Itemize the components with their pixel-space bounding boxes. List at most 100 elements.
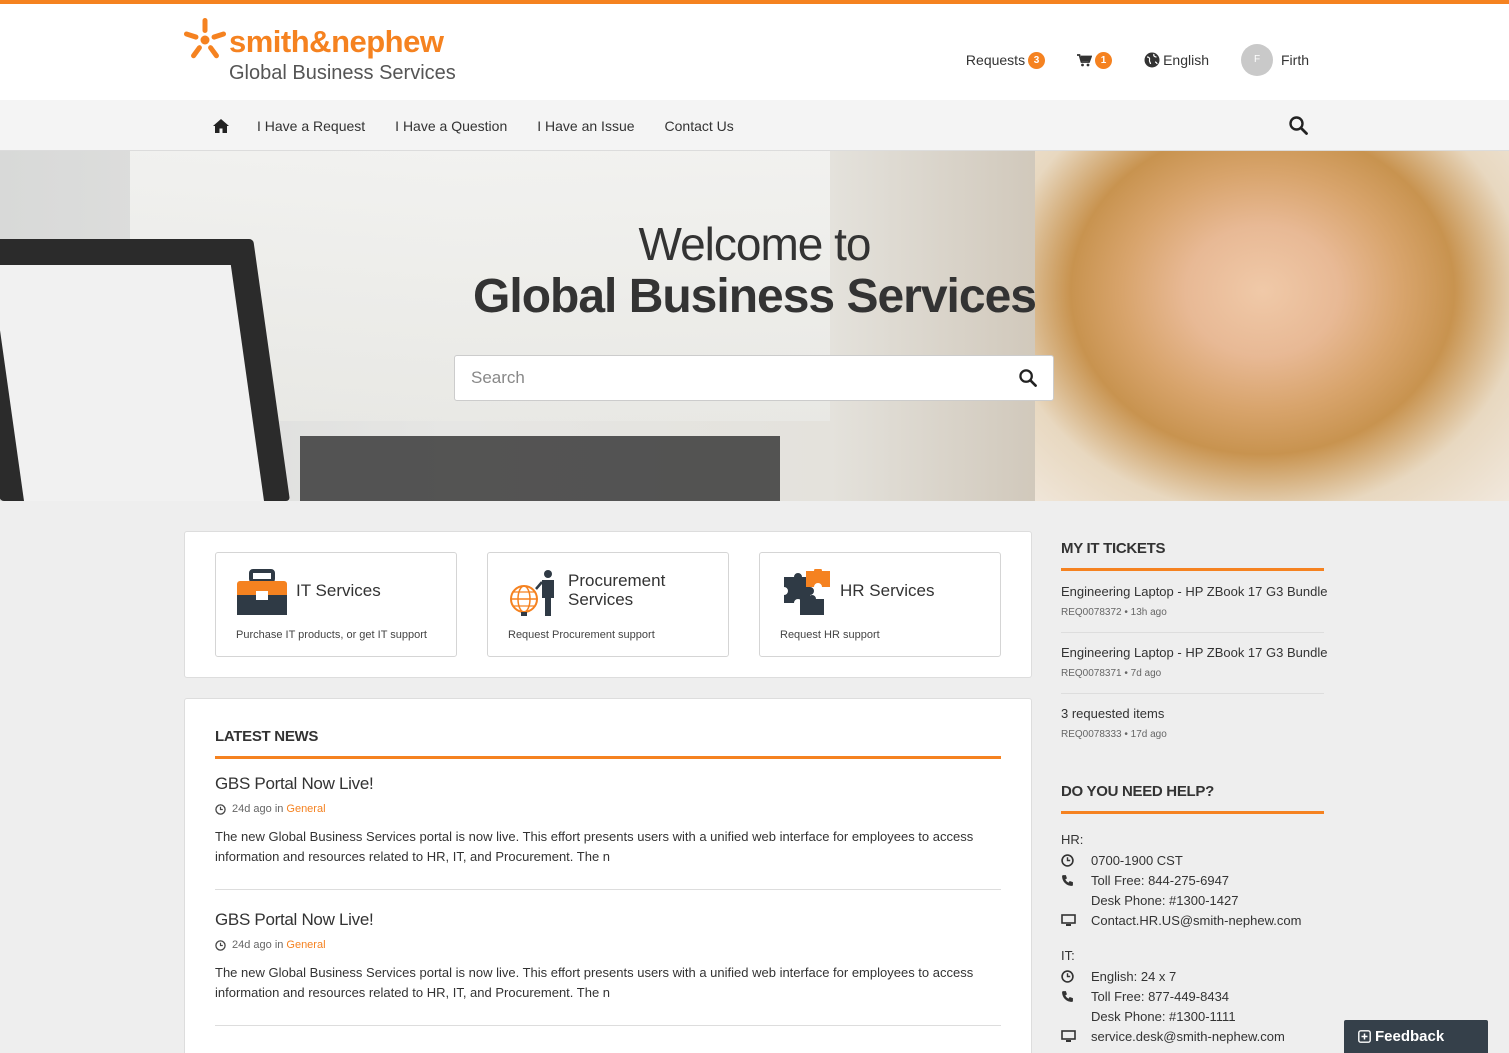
news-meta: 24d ago in General (215, 803, 1001, 815)
ticket-meta: REQ0078333 • 17d ago (1061, 729, 1167, 740)
service-title-it: IT Services (296, 581, 381, 600)
brand-subtitle: Global Business Services (229, 62, 456, 84)
hero-title-line1: Welcome to (638, 218, 871, 270)
hero-search-box (454, 355, 1054, 401)
hero-desk-image (300, 436, 780, 501)
search-input[interactable] (455, 356, 995, 400)
news-meta: 24d ago in General (215, 939, 1001, 951)
clock-icon (215, 803, 226, 815)
phone-icon (1062, 991, 1073, 1002)
feedback-label: Feedback (1375, 1028, 1445, 1045)
latest-news-panel: LATEST NEWS GBS Portal Now Live! 24d ago… (184, 698, 1032, 1053)
cart-icon (1077, 53, 1093, 66)
top-navigation: Requests 3 1 English F Firth (934, 44, 1309, 76)
help-hr-desk: Desk Phone: #1300-1427 (1061, 893, 1238, 908)
plus-square-icon (1358, 1030, 1371, 1043)
my-tickets-rule (1061, 568, 1324, 571)
clock-icon (215, 939, 226, 951)
service-title-procurement: Procurement Services (568, 571, 665, 609)
service-title-procurement-line2: Services (568, 590, 634, 609)
monitor-icon (1061, 1030, 1076, 1042)
home-link[interactable] (213, 118, 229, 133)
services-panel: IT Services Purchase IT products, or get… (184, 531, 1032, 678)
ticket-divider (1061, 632, 1324, 633)
feedback-button[interactable]: Feedback (1344, 1020, 1488, 1053)
news-category-link[interactable]: General (286, 939, 325, 951)
help-hr-desk-text: Desk Phone: #1300-1427 (1091, 893, 1239, 908)
help-hr-hours: 0700-1900 CST (1061, 853, 1183, 868)
news-divider (215, 1025, 1001, 1026)
cart-link[interactable]: 1 (1077, 51, 1113, 69)
home-icon (213, 118, 229, 133)
help-heading: DO YOU NEED HELP? (1061, 783, 1214, 800)
help-it-desk: Desk Phone: #1300-1111 (1061, 1009, 1236, 1024)
news-body: The new Global Business Services portal … (215, 829, 974, 864)
news-divider (215, 889, 1001, 890)
help-hr-tollfree: Toll Free: 844-275-6947 (1061, 873, 1229, 888)
brand-star-icon (183, 18, 227, 59)
ticket-divider (1061, 693, 1324, 694)
news-item: GBS Portal Now Live! 24d ago in General … (215, 910, 1001, 1003)
service-card-it[interactable]: IT Services Purchase IT products, or get… (215, 552, 457, 657)
news-age: 24d ago in (232, 939, 284, 951)
help-it-label: IT: (1061, 948, 1075, 963)
service-desc-procurement: Request Procurement support (508, 629, 655, 641)
user-menu[interactable]: F Firth (1241, 44, 1309, 76)
user-name: Firth (1281, 52, 1309, 68)
news-category-link[interactable]: General (286, 803, 325, 815)
nav-item-contact[interactable]: Contact Us (665, 118, 734, 134)
hero-title-line2: Global Business Services (473, 270, 1037, 323)
ticket-title: 3 requested items (1061, 706, 1165, 721)
help-hr-label: HR: (1061, 832, 1084, 847)
help-it-hours-text: English: 24 x 7 (1091, 969, 1177, 984)
service-card-procurement[interactable]: Procurement Services Request Procurement… (487, 552, 729, 657)
language-label: English (1163, 52, 1209, 68)
nav-item-issue[interactable]: I Have an Issue (537, 118, 634, 134)
monitor-icon (1061, 914, 1076, 926)
help-hr-tollfree-text[interactable]: Toll Free: 844-275-6947 (1091, 873, 1229, 888)
ticket-item[interactable]: 3 requested items REQ0078333 • 17d ago (1061, 706, 1324, 740)
puzzle-icon (784, 569, 830, 615)
ticket-item[interactable]: Engineering Laptop - HP ZBook 17 G3 Bund… (1061, 584, 1328, 618)
service-desc-it: Purchase IT products, or get IT support (236, 629, 427, 641)
help-hr-email: Contact.HR.US@smith-nephew.com (1061, 913, 1301, 928)
my-tickets-heading: MY IT TICKETS (1061, 540, 1166, 557)
hero-banner: Welcome to Global Business Services (0, 151, 1509, 501)
clock-icon (1061, 854, 1074, 867)
help-it-email-text[interactable]: service.desk@smith-nephew.com (1091, 1029, 1285, 1044)
search-icon[interactable] (1019, 369, 1037, 387)
ticket-item[interactable]: Engineering Laptop - HP ZBook 17 G3 Bund… (1061, 645, 1328, 679)
main-navigation: I Have a Request I Have a Question I Hav… (0, 100, 1509, 151)
help-it-email: service.desk@smith-nephew.com (1061, 1029, 1285, 1044)
help-it-desk-text: Desk Phone: #1300-1111 (1091, 1009, 1236, 1024)
help-it-hours: English: 24 x 7 (1061, 969, 1176, 984)
help-it-tollfree-text[interactable]: Toll Free: 877-449-8434 (1091, 989, 1229, 1004)
brand-name: smith&nephew (229, 24, 444, 59)
help-rule (1061, 811, 1324, 814)
language-selector[interactable]: English (1144, 52, 1209, 68)
search-icon[interactable] (1289, 116, 1308, 135)
hero-person-image (1035, 151, 1509, 501)
news-title[interactable]: GBS Portal Now Live! (215, 910, 1001, 930)
service-card-hr[interactable]: HR Services Request HR support (759, 552, 1001, 657)
globe-presenter-icon (510, 570, 554, 616)
nav-item-request[interactable]: I Have a Request (257, 118, 365, 134)
header: smith&nephew Global Business Services Re… (0, 0, 1509, 100)
ticket-title: Engineering Laptop - HP ZBook 17 G3 Bund… (1061, 584, 1328, 599)
news-item: GBS Portal Now Live! 24d ago in General … (215, 774, 1001, 867)
help-hr-email-text[interactable]: Contact.HR.US@smith-nephew.com (1091, 913, 1301, 928)
ticket-meta: REQ0078371 • 7d ago (1061, 668, 1162, 679)
nav-item-question[interactable]: I Have a Question (395, 118, 507, 134)
latest-news-heading: LATEST NEWS (215, 728, 319, 745)
cart-count-badge: 1 (1095, 51, 1113, 69)
briefcase-icon (237, 569, 287, 615)
ticket-meta: REQ0078372 • 13h ago (1061, 607, 1167, 618)
news-age: 24d ago in (232, 803, 284, 815)
ticket-title: Engineering Laptop - HP ZBook 17 G3 Bund… (1061, 645, 1328, 660)
help-hr-hours-text: 0700-1900 CST (1091, 853, 1183, 868)
service-title-procurement-line1: Procurement (568, 571, 666, 590)
requests-label: Requests (965, 52, 1026, 68)
news-title[interactable]: GBS Portal Now Live! (215, 774, 1001, 794)
clock-icon (1061, 970, 1074, 983)
requests-link[interactable]: Requests 3 (965, 51, 1046, 69)
